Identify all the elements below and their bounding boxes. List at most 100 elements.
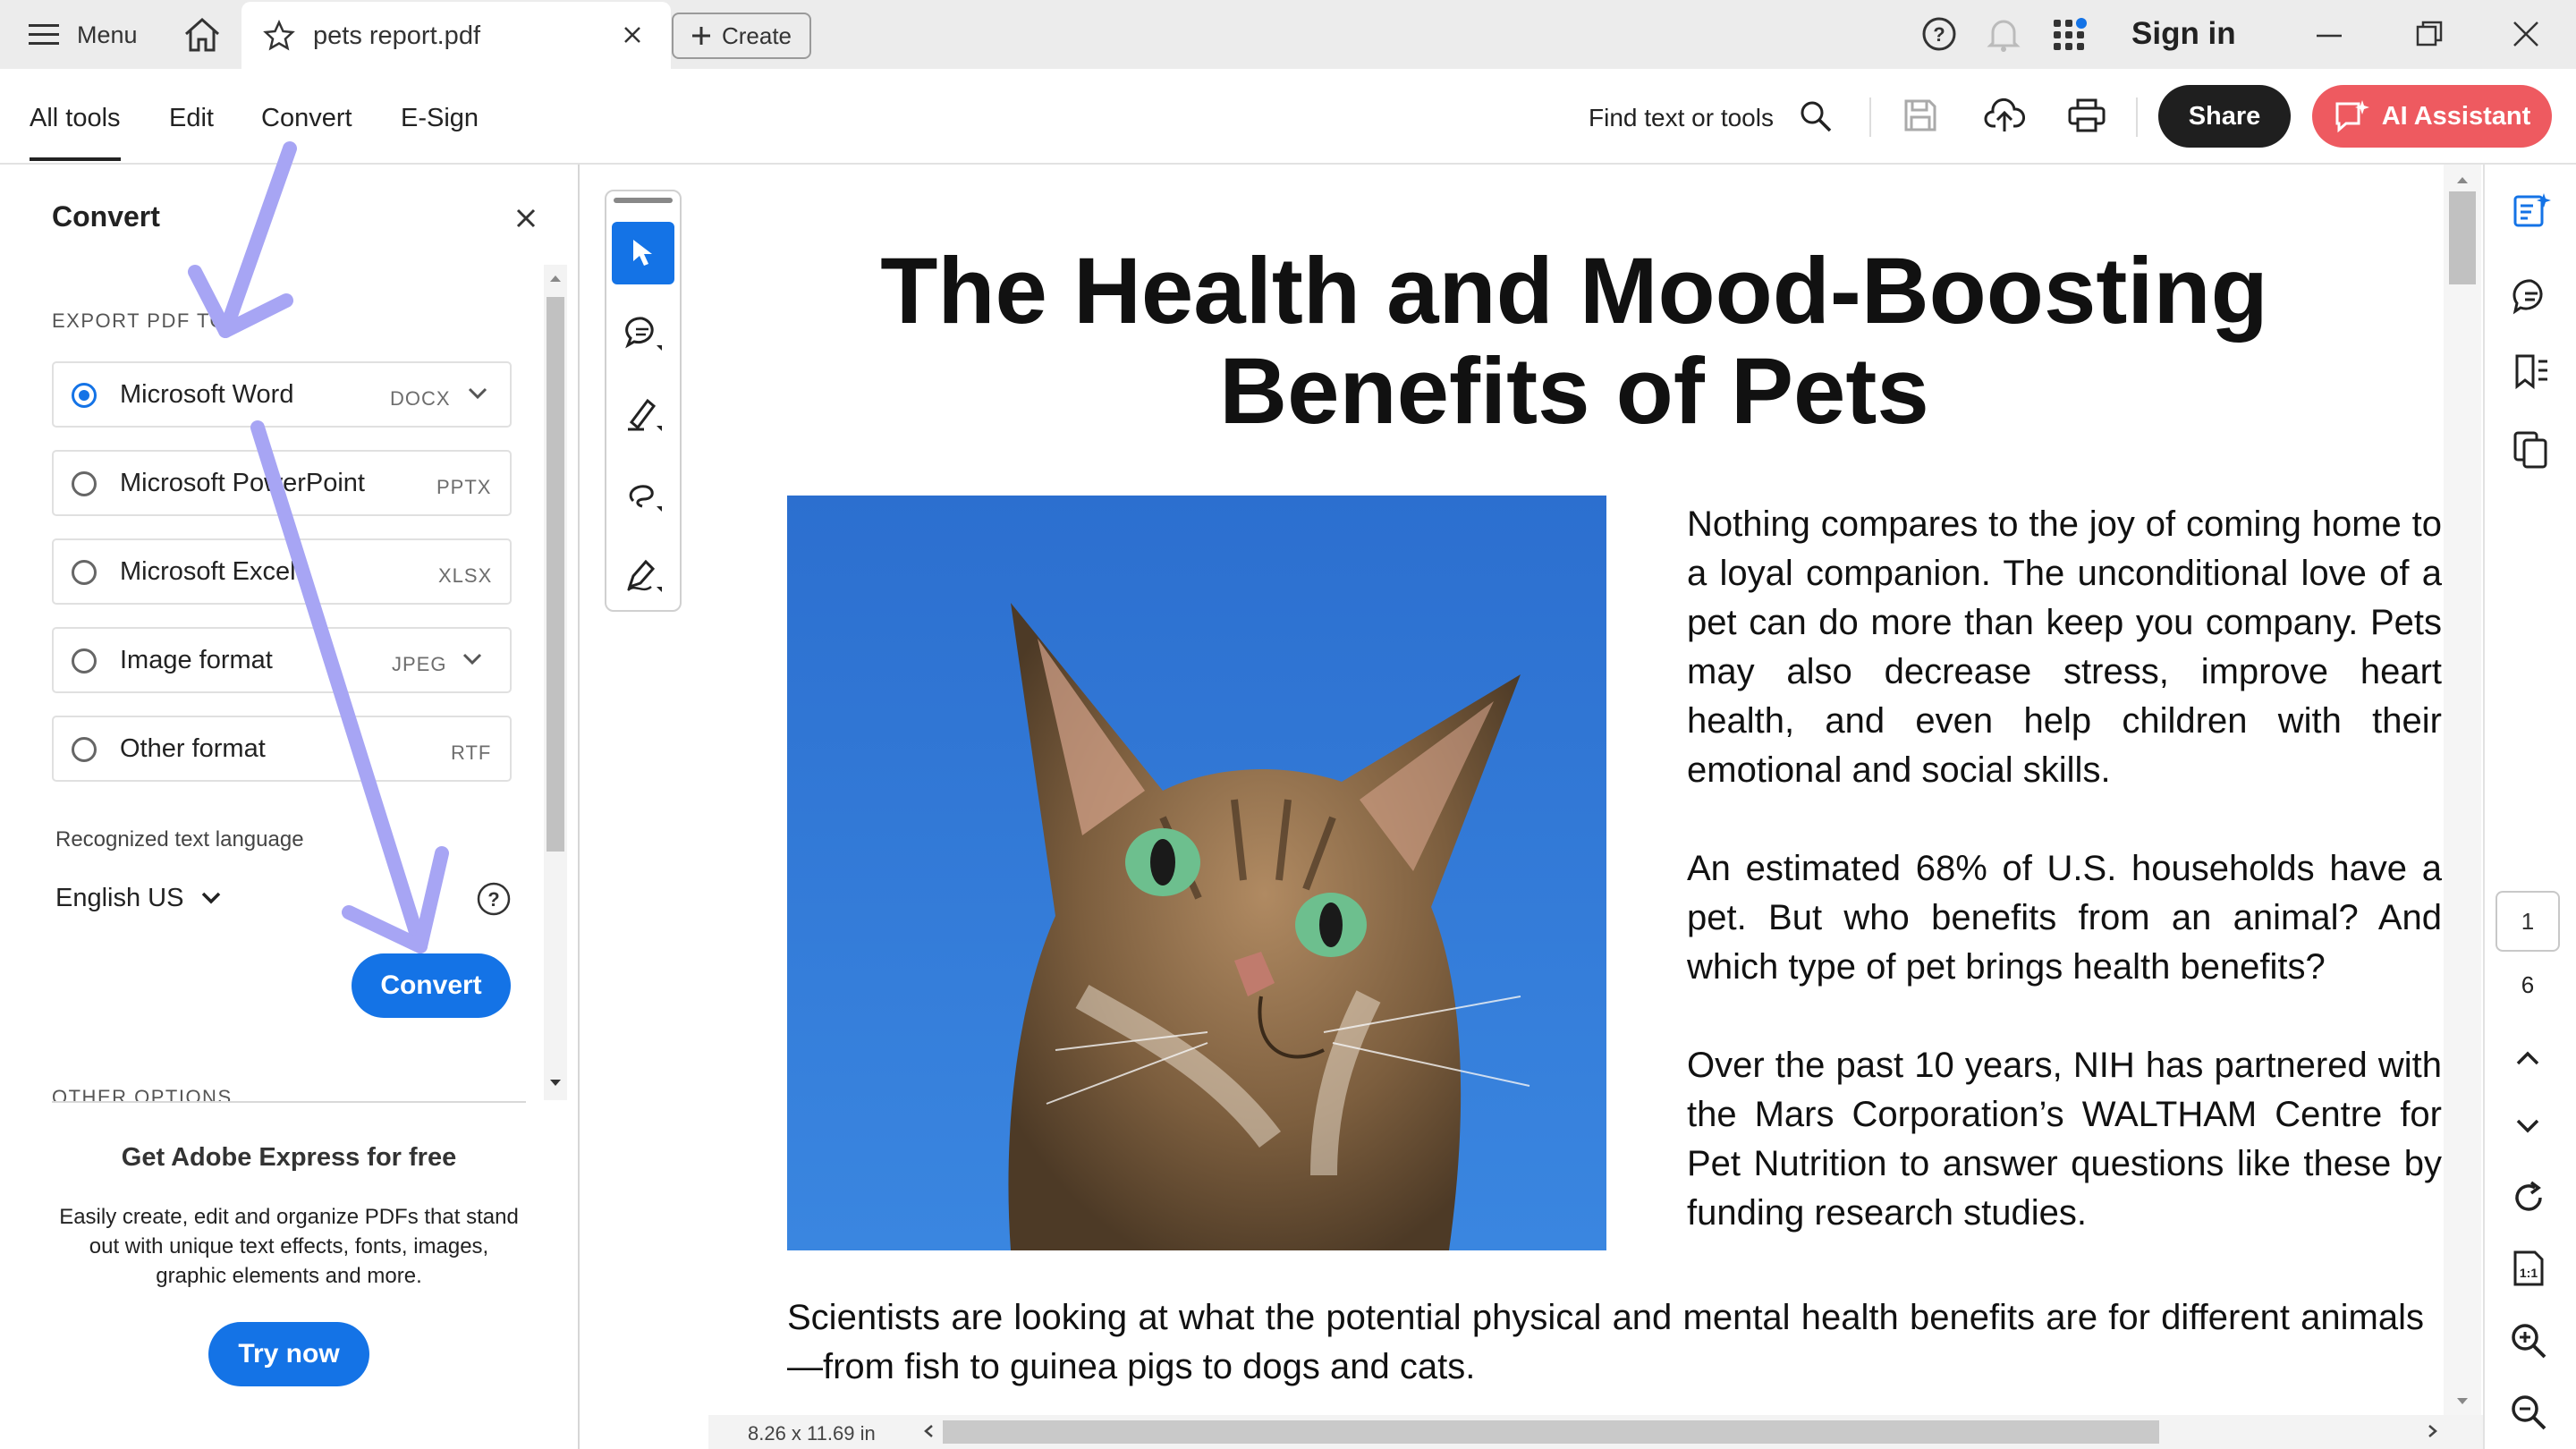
panel-scrollbar[interactable] [544,265,567,1100]
tab-all-tools[interactable]: All tools [30,104,121,133]
ai-assistant-label: AI Assistant [2381,101,2531,131]
paragraph-4: Scientists are looking at what the poten… [787,1298,2424,1386]
scrollbar-thumb[interactable] [2449,191,2476,284]
bookmarks-icon[interactable] [2512,352,2551,392]
help-icon[interactable]: ? [1921,16,1957,52]
save-icon[interactable] [1902,97,1938,133]
promo-line: out with unique text effects, fonts, ima… [89,1234,489,1258]
zoom-in-icon[interactable] [2510,1322,2547,1360]
document-scrollbar[interactable] [2444,165,2481,1419]
bottom-status-bar: 8.26 x 11.69 in [708,1415,2483,1449]
paragraph-2: An estimated 68% of U.S. households have… [1687,849,2442,987]
total-pages-label: 6 [2521,971,2535,998]
chevron-down-icon[interactable] [467,386,488,401]
close-tab-icon[interactable] [622,24,643,46]
close-window-icon[interactable] [2512,20,2540,48]
radio-button[interactable] [72,648,97,674]
next-page-icon[interactable] [2515,1118,2540,1134]
title-line: The Health and Mood-Boosting [880,239,2268,343]
close-panel-icon[interactable] [515,208,537,229]
restore-icon[interactable] [2415,20,2444,48]
cat-photo [787,496,1606,1250]
radio-button[interactable] [72,471,97,496]
create-label: Create [721,21,792,49]
annotation-arrow-to-convert-icon [233,411,465,984]
option-label: Microsoft Word [120,380,294,409]
comment-icon[interactable] [624,315,665,356]
scroll-down-arrow-icon[interactable] [2455,1397,2470,1406]
previous-page-icon[interactable] [2515,1050,2540,1066]
chevron-down-icon[interactable] [200,891,222,905]
tab-e-sign[interactable]: E-Sign [401,104,479,133]
other-options-heading: OTHER OPTIONS [52,1086,233,1102]
scroll-right-arrow-icon[interactable] [2428,1424,2438,1438]
panel-title: Convert [52,200,160,233]
current-page-input[interactable]: 1 [2496,891,2560,952]
promo-line: Easily create, edit and organize PDFs th… [59,1205,519,1229]
svg-text:?: ? [1933,23,1945,46]
title-line: Benefits of Pets [1219,339,1929,444]
share-button[interactable]: Share [2158,85,2291,148]
sign-pen-icon[interactable] [624,556,665,597]
format-label: DOCX [390,387,451,410]
comments-panel-icon[interactable] [2512,277,2551,317]
tab-convert[interactable]: Convert [261,104,352,133]
sign-in-link[interactable]: Sign in [2131,16,2236,52]
zoom-out-icon[interactable] [2510,1394,2547,1431]
bell-icon[interactable] [1986,16,2021,54]
ai-assistant-icon [2334,98,2369,134]
cursor-arrow-icon [630,238,657,268]
toolbar-divider [2136,97,2138,137]
menu-label[interactable]: Menu [77,21,138,49]
cloud-upload-icon[interactable] [1984,96,2025,133]
radio-button[interactable] [72,737,97,762]
horizontal-scrollbar-thumb[interactable] [943,1420,2159,1444]
promo-text: Easily create, edit and organize PDFs th… [0,1202,578,1291]
select-tool[interactable] [612,222,674,284]
active-tab-indicator [30,157,121,161]
toolbar-divider [1869,97,1871,137]
annotation-toolbar [605,190,682,612]
page-size-label: 8.26 x 11.69 in [748,1422,876,1445]
hamburger-menu-icon[interactable] [29,21,59,48]
tab-title: pets report.pdf [313,21,480,50]
scroll-up-arrow-icon[interactable] [2455,175,2470,184]
help-icon[interactable]: ? [476,881,512,917]
scrollbar-thumb[interactable] [547,297,564,852]
scroll-up-arrow-icon[interactable] [548,274,563,283]
radio-button[interactable] [72,560,97,585]
page-thumbnails-icon[interactable] [2512,429,2551,469]
language-select[interactable]: English US [55,884,183,913]
star-icon[interactable] [263,20,295,52]
scroll-down-arrow-icon[interactable] [548,1079,563,1088]
svg-text:?: ? [487,888,499,911]
tab-edit[interactable]: Edit [169,104,214,133]
apps-grid-icon[interactable] [2052,16,2089,54]
paragraph-1: Nothing compares to the joy of coming ho… [1687,504,2442,790]
radio-selected[interactable] [72,383,97,408]
draw-freehand-icon[interactable] [624,476,665,517]
document-tab[interactable]: pets report.pdf [242,2,671,69]
find-text-label[interactable]: Find text or tools [1589,104,1774,132]
promo-line: graphic elements and more. [156,1264,422,1288]
highlighter-icon[interactable] [624,395,665,436]
title-bar: Menu pets report.pdf Create ? Sign in [0,0,2576,69]
annotation-arrow-down-icon [170,140,313,354]
divider [52,1101,526,1103]
home-icon[interactable] [182,16,222,54]
document-title: The Health and Mood-Boosting Benefits of… [716,242,2433,442]
ai-assistant-button[interactable]: AI Assistant [2312,85,2552,148]
drag-handle[interactable] [614,198,673,203]
fit-page-icon[interactable]: 1:1 [2510,1249,2547,1288]
print-icon[interactable] [2067,97,2106,133]
search-icon[interactable] [1798,98,1834,134]
create-button[interactable]: Create [672,13,811,59]
edit-pdf-icon[interactable] [2512,191,2551,231]
try-now-button[interactable]: Try now [208,1322,369,1386]
minimize-icon[interactable] [2315,21,2343,50]
promo-title: Get Adobe Express for free [121,1143,457,1172]
other-options-clip: OTHER OPTIONS [52,1086,526,1102]
rotate-icon[interactable] [2510,1179,2547,1216]
plus-icon [691,26,711,46]
scroll-left-arrow-icon[interactable] [923,1424,934,1438]
